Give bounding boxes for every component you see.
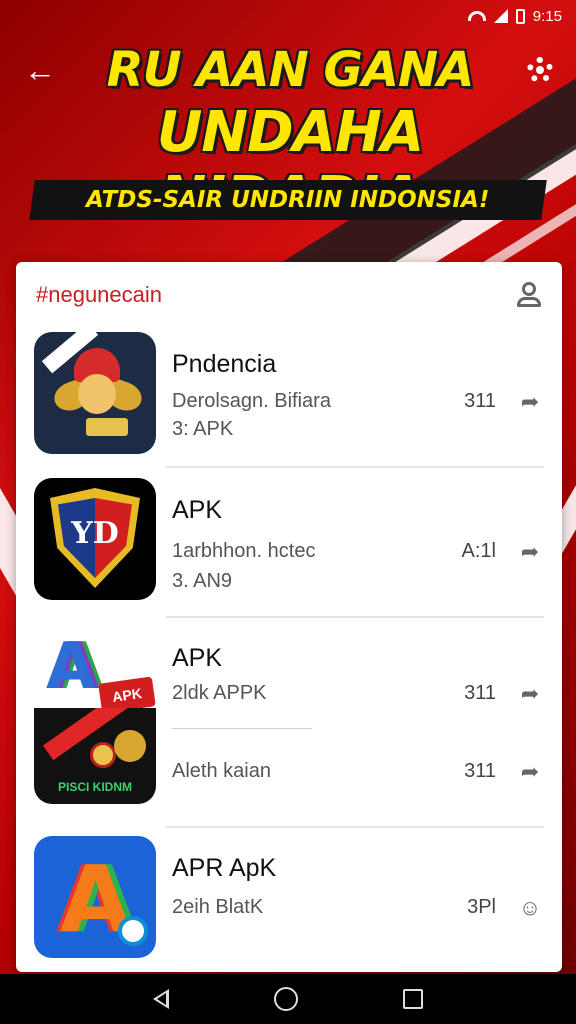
- banner-tagline: ATDS-SAIR UNDRIIN INDONSIA!: [86, 187, 490, 213]
- app-count: A:1l: [461, 540, 496, 562]
- list-item[interactable]: YD APK 1arbhhon. hctec 3. AN9 A:1l ➦: [16, 470, 562, 620]
- share-icon[interactable]: ➦: [516, 538, 544, 566]
- profile-icon: [522, 282, 536, 296]
- list-item[interactable]: Pndencia Derolsagn. Bifiara 3: APK 311 ➦: [16, 330, 562, 470]
- garuda-app-icon: [34, 332, 156, 454]
- app-name: APK: [172, 496, 223, 524]
- share-icon[interactable]: ➦: [516, 758, 544, 786]
- list-title: #negunecain: [36, 282, 163, 307]
- status-time: 9:15: [532, 7, 562, 25]
- nav-back-icon[interactable]: [152, 989, 169, 1009]
- blue-a-app-icon: A: [34, 836, 156, 958]
- app-screen: 9:15 ← RU AAN GANA UNDAHA NIDADIA ATDS-S…: [0, 0, 576, 1024]
- icon-badge: [86, 418, 128, 436]
- divider: [166, 616, 544, 618]
- app-name: APK: [172, 644, 223, 672]
- app-subtitle: 2ldk APPK: [172, 682, 267, 704]
- card-header: #negunecain: [16, 262, 562, 330]
- a-app-icon: A APK: [34, 626, 156, 714]
- list-item[interactable]: A APR ApK 2eih BlatK 3Pl ☺: [16, 830, 562, 972]
- profile-button[interactable]: [516, 282, 542, 308]
- app-meta: 3. AN9: [172, 570, 233, 592]
- app-subtitle: 1arbhhon. hctec: [172, 540, 316, 562]
- icon-ball: [90, 742, 116, 768]
- app-list-card: #negunecain Pndencia Derolsagn. Bifiara …: [16, 262, 562, 972]
- app-name: APR ApK: [172, 854, 277, 882]
- battery-icon: [515, 8, 525, 24]
- app-count: 311: [464, 390, 496, 412]
- divider: [166, 466, 544, 468]
- icon-face: [78, 374, 116, 414]
- group-icon[interactable]: ☺: [516, 894, 544, 922]
- system-nav-bar: [0, 974, 576, 1024]
- wifi-icon: [467, 11, 486, 21]
- app-meta: 3: APK: [172, 418, 234, 440]
- signal-icon: [493, 9, 508, 23]
- app-count: 311: [464, 682, 496, 704]
- icon-shield-letters: YD: [71, 516, 119, 551]
- icon-bird: [114, 730, 146, 762]
- app-name: Pndencia: [172, 350, 277, 378]
- header-banner: ← RU AAN GANA UNDAHA NIDADIA ATDS-SAIR U…: [0, 32, 576, 232]
- cricket-app-icon: PISCI KIDNM: [34, 708, 156, 804]
- list-item[interactable]: A APK PISCI KIDNM APK 2ldk APPK 311 ➦ Al…: [16, 620, 562, 830]
- shield-app-icon: YD: [34, 478, 156, 600]
- nav-home-icon[interactable]: [273, 987, 298, 1011]
- icon-letter: A: [46, 630, 96, 704]
- tagline-box: ATDS-SAIR UNDRIIN INDONSIA!: [29, 180, 547, 220]
- app-count: 311: [464, 760, 496, 782]
- app-count: 3Pl: [467, 896, 496, 918]
- profile-icon-body: [517, 297, 541, 307]
- share-icon[interactable]: ➦: [516, 388, 544, 416]
- app-subtitle: Aleth kaian: [172, 760, 271, 782]
- status-bar: 9:15: [0, 0, 576, 32]
- nav-recents-icon[interactable]: [403, 989, 424, 1009]
- banner-title-line1: RU AAN GANA: [106, 42, 475, 98]
- app-subtitle: Derolsagn. Bifiara: [172, 390, 331, 412]
- app-subtitle: 2eih BlatK: [172, 896, 264, 918]
- icon-circle: [118, 916, 148, 946]
- cricket-label: PISCI KIDNM: [57, 780, 132, 794]
- divider: [166, 826, 544, 828]
- share-icon[interactable]: ➦: [516, 680, 544, 708]
- divider: [172, 728, 312, 729]
